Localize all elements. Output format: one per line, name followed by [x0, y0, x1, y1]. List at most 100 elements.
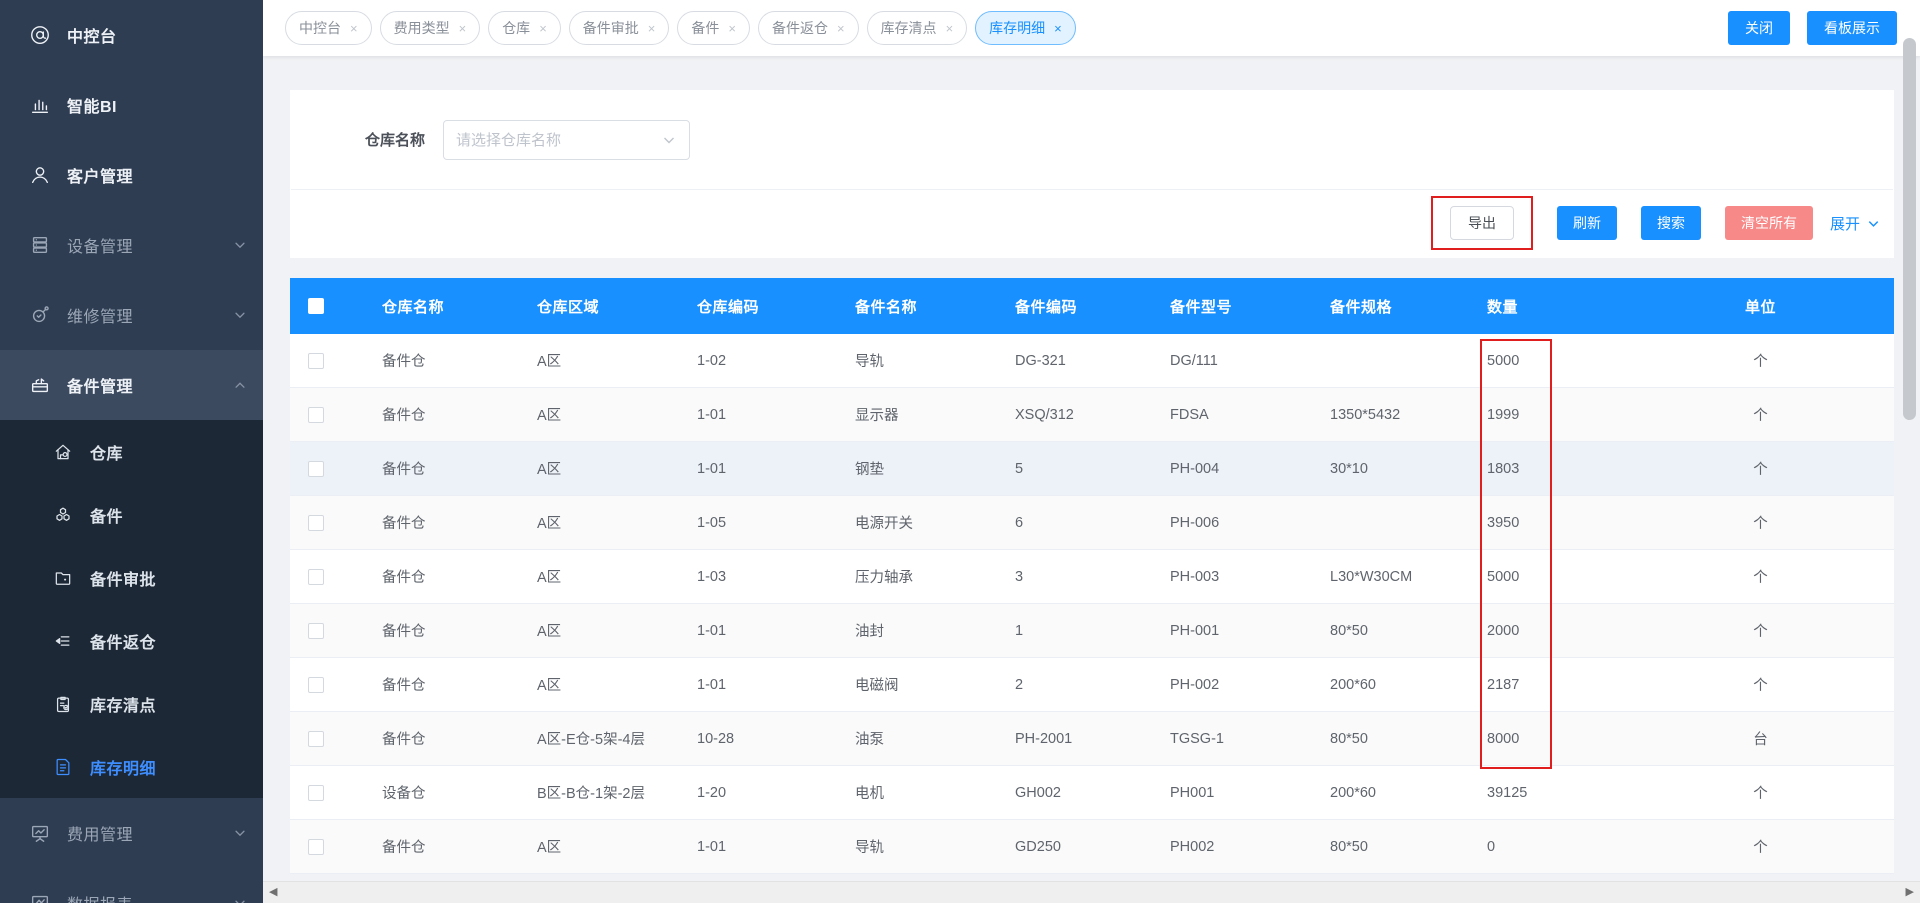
table-cell: 200*60	[1330, 784, 1376, 801]
tab-8[interactable]: 库存明细 ×	[975, 11, 1076, 45]
tab-label: 备件返仓	[771, 20, 828, 36]
vertical-scrollbar-thumb[interactable]	[1903, 38, 1916, 420]
tab-4[interactable]: 备件审批 ×	[568, 11, 670, 45]
table-cell: 导轨	[855, 840, 884, 856]
table-row[interactable]: 备件仓 A区 1-05 电源开关 6 PH-006 3950 个	[290, 496, 1894, 550]
export-button[interactable]: 导出	[1449, 206, 1514, 240]
close-tab-icon[interactable]: ×	[1054, 22, 1062, 35]
sidebar-item-customer-mgmt[interactable]: 客户管理	[0, 140, 263, 210]
column-header: 仓库编码	[697, 298, 760, 316]
sidebar-item-spareparts-mgmt[interactable]: 备件管理	[0, 350, 263, 420]
table-cell: 1-05	[697, 514, 727, 531]
close-tab-icon[interactable]: ×	[350, 22, 358, 35]
row-checkbox[interactable]	[308, 406, 324, 423]
table-cell: A区	[537, 408, 562, 424]
expand-label: 展开	[1829, 215, 1860, 233]
column-header: 备件型号	[1170, 298, 1233, 316]
close-tab-icon[interactable]: ×	[728, 22, 736, 35]
table-row[interactable]: 设备仓 B区-B仓-1架-2层 1-20 电机 GH002 PH001 200*60 3912…	[290, 766, 1894, 820]
table-cell: 电磁阀	[855, 678, 899, 694]
sidebar-item-label: 费用管理	[67, 827, 134, 844]
row-checkbox[interactable]	[308, 622, 324, 639]
sidebar-item-console[interactable]: 中控台	[0, 0, 263, 70]
table-row[interactable]: 备件仓 A区-E仓-5架-4层 10-28 油泵 PH-2001 TGSG-1 80*50 8…	[290, 712, 1894, 766]
tab-6[interactable]: 备件返仓 ×	[757, 11, 859, 45]
sidebar-item-warehouse[interactable]: 仓库	[0, 420, 263, 483]
row-checkbox[interactable]	[308, 784, 324, 801]
table-cell: 备件仓	[382, 516, 426, 532]
actions-row: 导出 刷新 搜索 清空所有 展开	[290, 190, 1894, 256]
table-row[interactable]: 备件仓 A区 1-01 显示器 XSQ/312 FDSA 1350*5432 1999 个	[290, 388, 1894, 442]
close-tab-icon[interactable]: ×	[648, 22, 656, 35]
table-cell: 个	[1753, 678, 1768, 694]
table-cell: 1-02	[697, 352, 727, 369]
row-checkbox-cell	[290, 568, 362, 585]
table-row[interactable]: 备件仓 A区 1-01 导轨 GD250 PH002 80*50 0 个	[290, 820, 1894, 874]
horizontal-scrollbar[interactable]: ◀ ▶	[263, 881, 1920, 903]
board-display-button[interactable]: 看板展示	[1807, 11, 1897, 45]
table-row[interactable]: 备件仓 A区 1-03 压力轴承 3 PH-003 L30*W30CM 5000 个	[290, 550, 1894, 604]
close-tab-icon[interactable]: ×	[539, 22, 547, 35]
scroll-left-icon[interactable]: ◀	[269, 885, 277, 898]
row-checkbox[interactable]	[308, 460, 324, 477]
sidebar-item-parts-approval[interactable]: 备件审批	[0, 546, 263, 609]
column-header: 单位	[1744, 298, 1776, 316]
clear-all-button[interactable]: 清空所有	[1724, 206, 1813, 240]
chevron-down-icon	[233, 238, 247, 252]
row-checkbox[interactable]	[308, 352, 324, 369]
table-cell: A区	[537, 354, 562, 370]
row-checkbox[interactable]	[308, 838, 324, 855]
tab-7[interactable]: 库存清点 ×	[866, 11, 968, 45]
row-checkbox[interactable]	[308, 676, 324, 693]
row-checkbox[interactable]	[308, 568, 324, 585]
table-row[interactable]: 备件仓 A区 1-01 钢垫 5 PH-004 30*10 1803 个	[290, 442, 1894, 496]
table-cell: 个	[1753, 354, 1768, 370]
row-checkbox[interactable]	[308, 514, 324, 531]
table-cell: 备件仓	[382, 840, 426, 856]
search-button[interactable]: 搜索	[1640, 206, 1701, 240]
table-cell: A区	[537, 624, 562, 640]
sidebar-item-stock-detail[interactable]: 库存明细	[0, 735, 263, 798]
sidebar-item-smart-bi[interactable]: 智能BI	[0, 70, 263, 140]
table-cell: 电源开关	[855, 516, 913, 532]
table-cell: PH001	[1170, 784, 1215, 801]
close-tab-icon[interactable]: ×	[946, 22, 954, 35]
warehouse-name-select[interactable]: 请选择仓库名称	[443, 119, 691, 160]
close-button[interactable]: 关闭	[1728, 11, 1790, 45]
sidebar-item-stock-count[interactable]: 库存清点	[0, 672, 263, 735]
chevron-down-icon	[233, 896, 247, 903]
sidebar-item-label: 备件管理	[67, 379, 134, 396]
sidebar-item-device-mgmt[interactable]: 设备管理	[0, 210, 263, 280]
close-tab-icon[interactable]: ×	[459, 22, 467, 35]
table-cell: A区	[537, 462, 562, 478]
sidebar-item-expense-mgmt[interactable]: 费用管理	[0, 798, 263, 868]
scroll-right-icon[interactable]: ▶	[1906, 885, 1914, 898]
table-row[interactable]: 备件仓 A区 1-01 电磁阀 2 PH-002 200*60 2187 个	[290, 658, 1894, 712]
row-checkbox-cell	[290, 460, 362, 477]
sidebar-item-data-report[interactable]: 数据报表	[0, 868, 263, 903]
approval-icon	[52, 567, 74, 589]
column-header: 备件编码	[1015, 298, 1078, 316]
chevron-down-icon	[1866, 216, 1881, 231]
repair-icon	[28, 303, 52, 327]
tab-3[interactable]: 仓库 ×	[488, 11, 561, 45]
expand-toggle[interactable]: 展开	[1830, 213, 1881, 234]
tab-5[interactable]: 备件 ×	[677, 11, 750, 45]
close-tab-icon[interactable]: ×	[837, 22, 845, 35]
table-row[interactable]: 备件仓 A区 1-02 导轨 DG-321 DG/111 5000 个	[290, 334, 1894, 388]
table-row[interactable]: 备件仓 A区 1-01 油封 1 PH-001 80*50 2000 个	[290, 604, 1894, 658]
refresh-button[interactable]: 刷新	[1556, 206, 1617, 240]
tab-1[interactable]: 中控台 ×	[285, 11, 372, 45]
tab-2[interactable]: 费用类型 ×	[379, 11, 481, 45]
chevron-down-icon	[233, 308, 247, 322]
row-checkbox[interactable]	[308, 730, 324, 747]
column-header: 仓库区域	[537, 298, 600, 316]
select-all-checkbox[interactable]	[308, 298, 324, 314]
sidebar-item-parts-return[interactable]: 备件返仓	[0, 609, 263, 672]
sidebar-item-label: 中控台	[67, 29, 117, 46]
table-cell: 个	[1753, 786, 1768, 802]
sidebar-item-label: 设备管理	[67, 239, 134, 256]
table-cell: 钢垫	[855, 462, 884, 478]
sidebar-item-repair-mgmt[interactable]: 维修管理	[0, 280, 263, 350]
sidebar-item-spareparts[interactable]: 备件	[0, 483, 263, 546]
